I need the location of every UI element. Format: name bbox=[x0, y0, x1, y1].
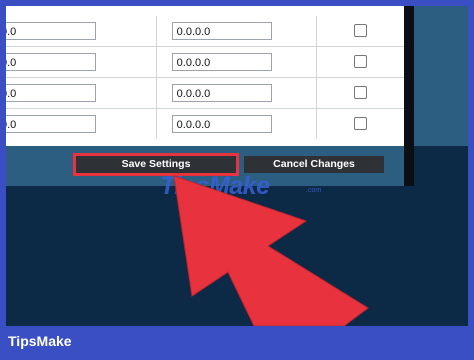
footer-bar: TipsMake bbox=[0, 326, 474, 360]
footer-brand: TipsMake bbox=[8, 333, 72, 349]
screenshot-frame: 0.0 0.0.0.0 0.0 0.0.0.0 bbox=[6, 6, 468, 326]
arrow-pointer-icon bbox=[173, 175, 369, 326]
